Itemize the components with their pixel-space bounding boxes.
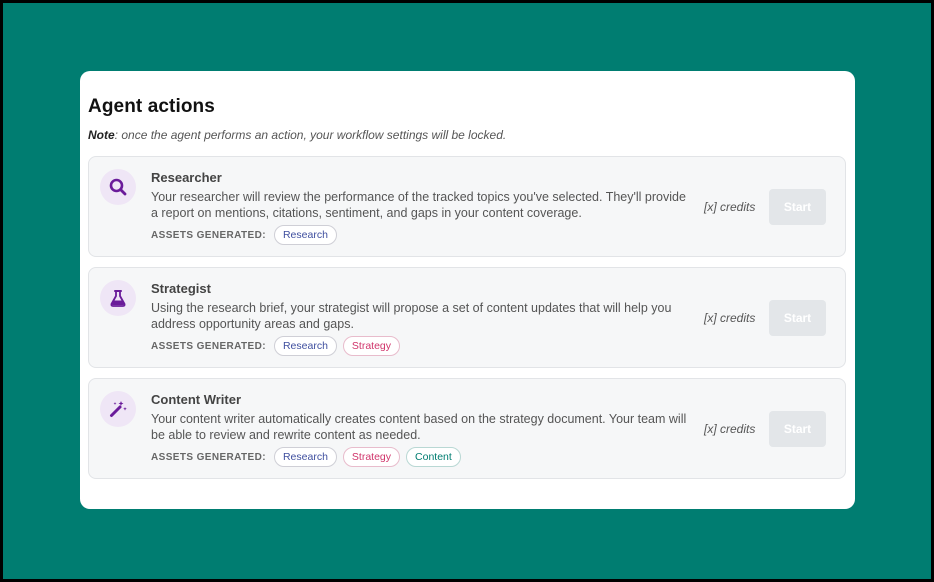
assets-label: ASSETS GENERATED: — [151, 340, 266, 352]
page-title: Agent actions — [88, 96, 215, 117]
tag-content: Content — [406, 447, 461, 467]
assets-generated: ASSETS GENERATED: Research — [151, 225, 337, 245]
note-label: Note — [88, 128, 115, 142]
assets-label: ASSETS GENERATED: — [151, 229, 266, 241]
agent-description: Your content writer automatically create… — [151, 412, 687, 442]
credits-label: [x] credits — [704, 200, 756, 214]
note-text: Note: once the agent performs an action,… — [88, 128, 506, 142]
start-researcher-button[interactable]: Start — [769, 189, 826, 225]
assets-generated: ASSETS GENERATED: Research Strategy Cont… — [151, 447, 461, 467]
tag-strategy: Strategy — [342, 447, 401, 467]
flask-icon — [100, 280, 136, 316]
tag-research: Research — [273, 225, 337, 245]
agent-actions-panel: Agent actions Note: once the agent perfo… — [80, 71, 855, 509]
tag-research: Research — [273, 336, 337, 356]
start-strategist-button[interactable]: Start — [769, 300, 826, 336]
credits-label: [x] credits — [704, 311, 756, 325]
app-background: Agent actions Note: once the agent perfo… — [3, 3, 931, 579]
agent-card-content-writer: Content Writer Your content writer autom… — [88, 378, 846, 479]
agent-name: Content Writer — [151, 392, 242, 407]
search-icon — [100, 169, 136, 205]
agent-description: Using the research brief, your strategis… — [151, 301, 672, 331]
credits-label: [x] credits — [704, 422, 756, 436]
agent-description: Your researcher will review the performa… — [151, 190, 686, 220]
assets-generated: ASSETS GENERATED: Research Strategy — [151, 336, 401, 356]
start-content-writer-button[interactable]: Start — [769, 411, 826, 447]
tag-strategy: Strategy — [342, 336, 401, 356]
assets-label: ASSETS GENERATED: — [151, 451, 266, 463]
agent-card-researcher: Researcher Your researcher will review t… — [88, 156, 846, 257]
agent-card-strategist: Strategist Using the research brief, you… — [88, 267, 846, 368]
agent-name: Strategist — [151, 281, 211, 296]
tag-research: Research — [273, 447, 337, 467]
note-body: : once the agent performs an action, you… — [114, 128, 507, 142]
agent-name: Researcher — [151, 170, 222, 185]
magic-wand-icon — [100, 391, 136, 427]
